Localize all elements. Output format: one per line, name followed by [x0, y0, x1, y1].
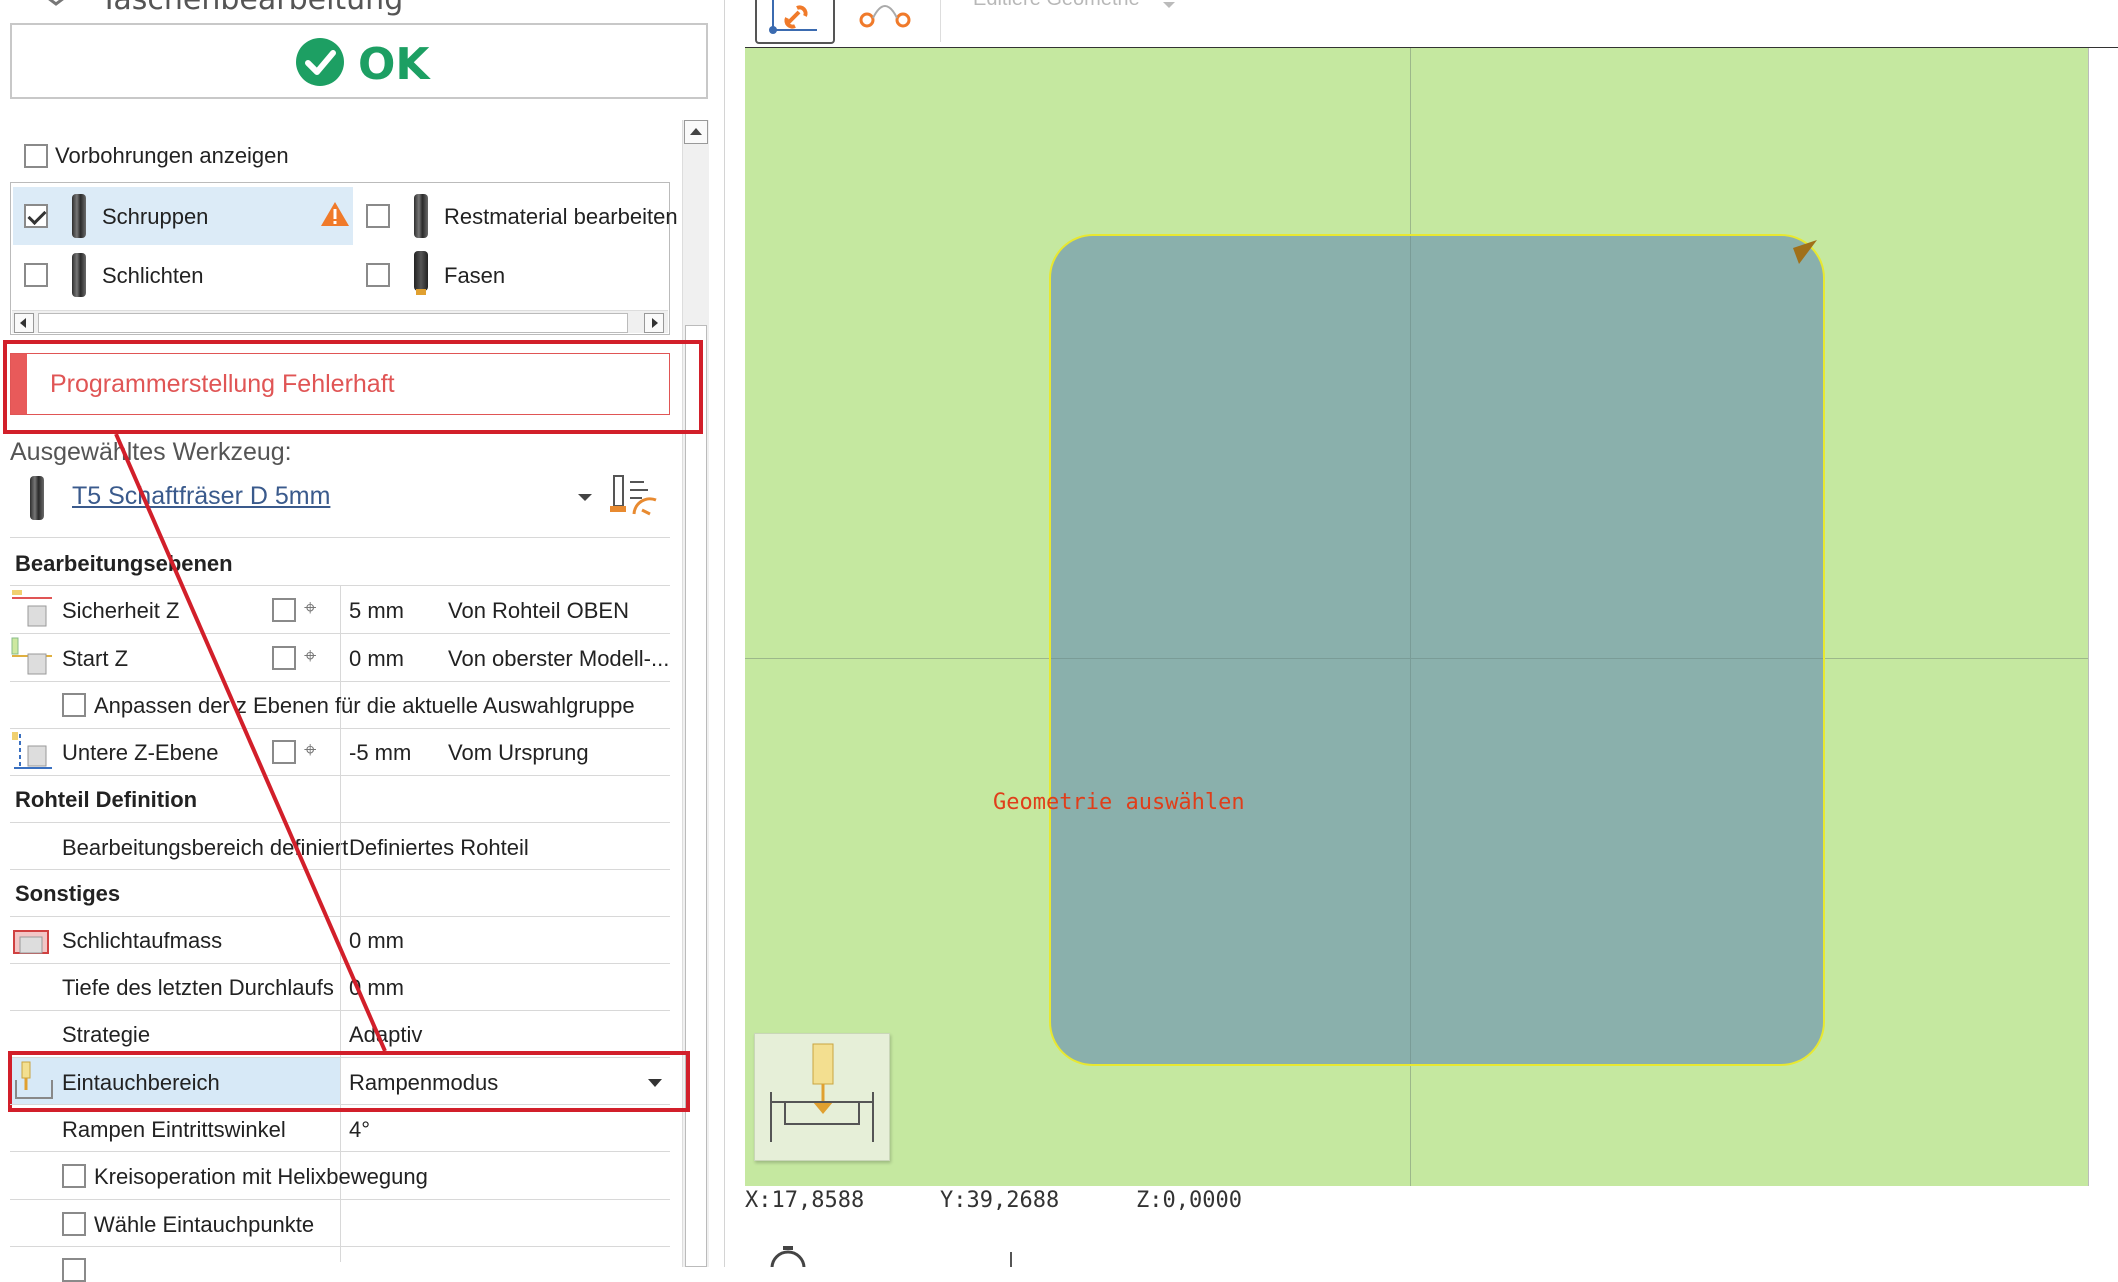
y-axis-line-over: [1410, 236, 1411, 1064]
node-geometry-icon[interactable]: [855, 0, 915, 34]
viewport-right-strip: [2088, 48, 2118, 1186]
view-preview-button[interactable]: [754, 1033, 890, 1161]
edit-geometry-dropdown-icon[interactable]: [1163, 2, 1175, 8]
viewport-toolbar: Editiere Geometrie: [745, 0, 2118, 47]
left-panel: Taschenbearbeitung OK Vorbohrungen anzei…: [0, 0, 716, 1282]
timer-icon: [770, 1246, 806, 1267]
bottom-divider: [1010, 1252, 1012, 1267]
pocket-geometry[interactable]: [1049, 234, 1825, 1066]
plunge-preview-icon: [770, 1043, 874, 1142]
link-geometry-button[interactable]: [755, 0, 835, 44]
annotation-arrow-line: [114, 433, 387, 1052]
edit-geometry-menu[interactable]: Editiere Geometrie: [973, 0, 1140, 11]
cad-viewport[interactable]: Geometrie auswählen: [745, 48, 2088, 1186]
direction-arrow-icon: [1793, 240, 1817, 264]
coord-x: X:17,8588: [745, 1188, 865, 1213]
x-axis-line-over: [1051, 658, 1823, 659]
link-geometry-icon: [769, 0, 817, 34]
select-geometry-hint: Geometrie auswählen: [993, 790, 1245, 815]
toolbar-divider: [940, 0, 941, 42]
coord-z: Z:0,0000: [1136, 1188, 1242, 1213]
panel-divider: [724, 0, 725, 1267]
coord-y: Y:39,2688: [940, 1188, 1060, 1213]
